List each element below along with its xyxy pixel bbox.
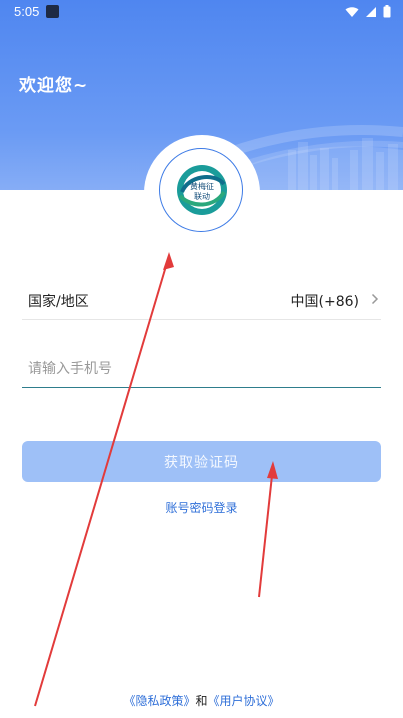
user-agreement-link[interactable]: 《用户协议》 — [208, 694, 280, 708]
password-login-label[interactable]: 账号密码登录 — [165, 501, 237, 515]
country-region-selector[interactable]: 国家/地区 中国(+86) — [22, 282, 381, 320]
phone-field — [22, 350, 381, 388]
signal-icon — [366, 6, 376, 17]
logo-text-top: 黄梅征 — [190, 181, 214, 191]
privacy-policy-link[interactable]: 《隐私政策》 — [123, 694, 195, 708]
logo-text-bottom: 联动 — [194, 191, 210, 201]
app-notification-icon — [46, 5, 59, 18]
footer-conjunction: 和 — [195, 694, 208, 708]
legal-footer: 《隐私政策》和《用户协议》 — [0, 692, 403, 709]
status-time: 5:05 — [14, 4, 40, 19]
password-login-link[interactable]: 账号密码登录 — [0, 499, 403, 516]
phone-input[interactable] — [28, 356, 368, 382]
wifi-icon — [345, 6, 359, 17]
get-verification-code-button[interactable]: 获取验证码 — [22, 441, 381, 482]
welcome-greeting: 欢迎您~ — [19, 76, 89, 96]
battery-icon — [383, 5, 391, 18]
country-code-value: 中国(+86) — [290, 294, 359, 310]
chevron-right-icon — [371, 293, 379, 305]
app-logo-icon: 黄梅征 联动 — [177, 165, 227, 215]
status-bar: 5:05 — [0, 0, 403, 24]
country-label: 国家/地区 — [28, 294, 89, 310]
